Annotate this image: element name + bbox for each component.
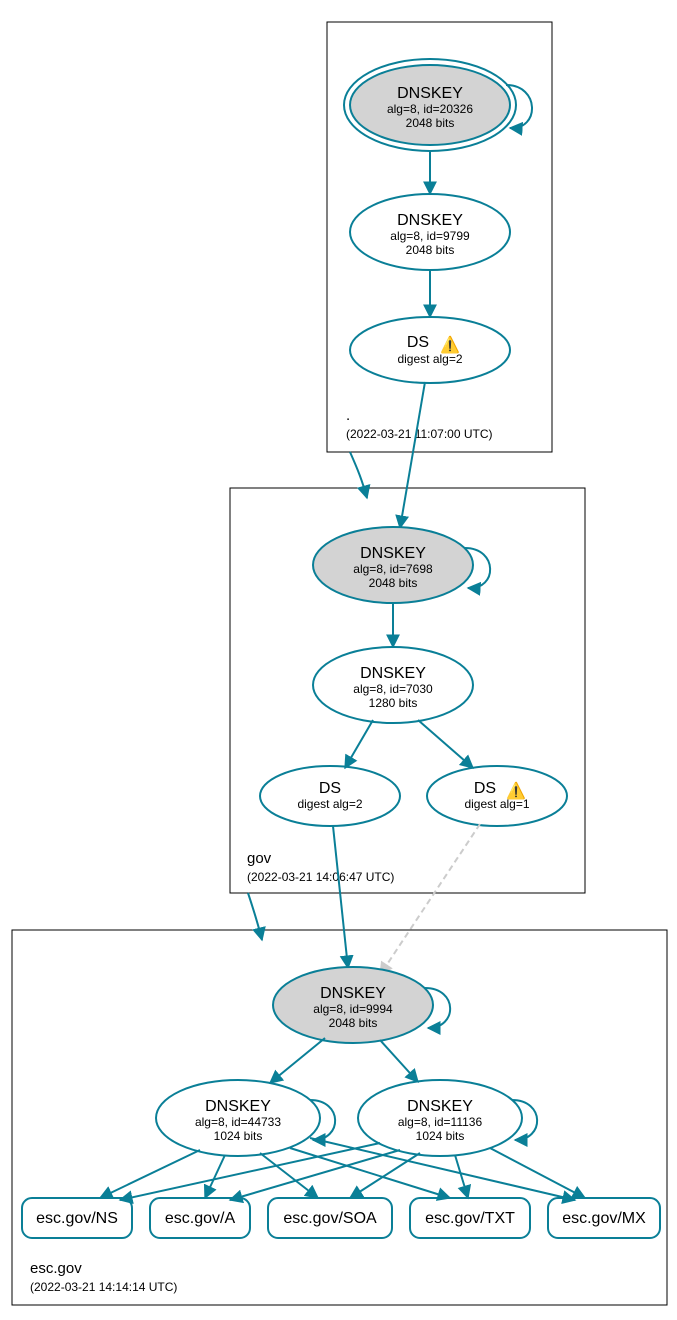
root-ds-line2: digest alg=2 <box>397 352 462 366</box>
node-root-ksk: DNSKEY alg=8, id=20326 2048 bits <box>344 59 516 151</box>
edge-root-deleg-gov <box>350 452 367 498</box>
esc-ksk-title: DNSKEY <box>320 985 386 1002</box>
edge-zsk1-soa <box>260 1153 318 1198</box>
node-esc-ksk: DNSKEY alg=8, id=9994 2048 bits <box>273 967 433 1043</box>
edge-zsk1-a <box>205 1155 225 1198</box>
edge-zsk2-txt <box>455 1155 468 1198</box>
record-txt-label: esc.gov/TXT <box>425 1210 515 1227</box>
esc-zsk2-line2: alg=8, id=11136 <box>398 1115 483 1129</box>
gov-zsk-line3: 1280 bits <box>369 696 418 710</box>
record-mx: esc.gov/MX <box>548 1198 660 1238</box>
edge-gov-zsk-ds1 <box>345 720 373 768</box>
record-ns-label: esc.gov/NS <box>36 1210 118 1227</box>
record-soa-label: esc.gov/SOA <box>283 1210 377 1227</box>
node-gov-zsk: DNSKEY alg=8, id=7030 1280 bits <box>313 647 473 723</box>
gov-ds1-title: DS <box>319 780 341 797</box>
esc-ksk-line3: 2048 bits <box>329 1016 378 1030</box>
zone-gov-timestamp: (2022-03-21 14:06:47 UTC) <box>247 870 394 884</box>
gov-zsk-line2: alg=8, id=7030 <box>353 682 433 696</box>
record-ns: esc.gov/NS <box>22 1198 132 1238</box>
root-ds-title: DS <box>407 334 429 351</box>
edge-zsk2-soa <box>350 1153 420 1198</box>
root-ksk-line3: 2048 bits <box>406 116 455 130</box>
node-gov-ds2: DS ⚠️ digest alg=1 <box>427 766 567 826</box>
gov-ksk-title: DNSKEY <box>360 545 426 562</box>
edge-gov-deleg-esc <box>248 893 262 940</box>
edge-gov-ds2-esc-ksk <box>380 824 480 975</box>
record-soa: esc.gov/SOA <box>268 1198 392 1238</box>
node-root-zsk: DNSKEY alg=8, id=9799 2048 bits <box>350 194 510 270</box>
root-zsk-line2: alg=8, id=9799 <box>390 229 470 243</box>
zone-esc-name: esc.gov <box>30 1260 82 1277</box>
gov-ds2-title: DS <box>474 780 496 797</box>
record-mx-label: esc.gov/MX <box>562 1210 646 1227</box>
gov-zsk-title: DNSKEY <box>360 665 426 682</box>
esc-zsk1-line2: alg=8, id=44733 <box>195 1115 281 1129</box>
esc-zsk2-line3: 1024 bits <box>416 1129 465 1143</box>
node-esc-zsk2: DNSKEY alg=8, id=11136 1024 bits <box>358 1080 522 1156</box>
zone-esc-timestamp: (2022-03-21 14:14:14 UTC) <box>30 1280 177 1294</box>
gov-ksk-line3: 2048 bits <box>369 576 418 590</box>
node-esc-zsk1: DNSKEY alg=8, id=44733 1024 bits <box>156 1080 320 1156</box>
esc-zsk2-title: DNSKEY <box>407 1098 473 1115</box>
record-a-label: esc.gov/A <box>165 1210 236 1227</box>
esc-zsk1-line3: 1024 bits <box>214 1129 263 1143</box>
node-gov-ksk: DNSKEY alg=8, id=7698 2048 bits <box>313 527 473 603</box>
edge-esc-ksk-zsk2 <box>380 1040 418 1082</box>
edge-zsk1-ns <box>100 1150 200 1198</box>
esc-ksk-line2: alg=8, id=9994 <box>313 1002 393 1016</box>
root-zsk-title: DNSKEY <box>397 212 463 229</box>
root-ksk-line2: alg=8, id=20326 <box>387 102 473 116</box>
gov-ds2-line2: digest alg=1 <box>464 797 529 811</box>
edge-gov-zsk-ds2 <box>418 720 473 768</box>
zone-gov-name: gov <box>247 850 272 867</box>
node-root-ds: DS ⚠️ digest alg=2 <box>350 317 510 383</box>
esc-zsk1-title: DNSKEY <box>205 1098 271 1115</box>
root-ksk-title: DNSKEY <box>397 85 463 102</box>
record-a: esc.gov/A <box>150 1198 250 1238</box>
record-txt: esc.gov/TXT <box>410 1198 530 1238</box>
node-gov-ds1: DS digest alg=2 <box>260 766 400 826</box>
root-zsk-line3: 2048 bits <box>406 243 455 257</box>
zone-root-name: . <box>346 407 350 424</box>
zone-root-timestamp: (2022-03-21 11:07:00 UTC) <box>346 427 493 441</box>
edge-gov-ds1-esc-ksk <box>333 826 348 968</box>
edge-esc-ksk-zsk1 <box>270 1038 325 1083</box>
gov-ds1-line2: digest alg=2 <box>297 797 362 811</box>
edge-root-ds-gov-ksk <box>400 382 425 528</box>
gov-ksk-line2: alg=8, id=7698 <box>353 562 433 576</box>
